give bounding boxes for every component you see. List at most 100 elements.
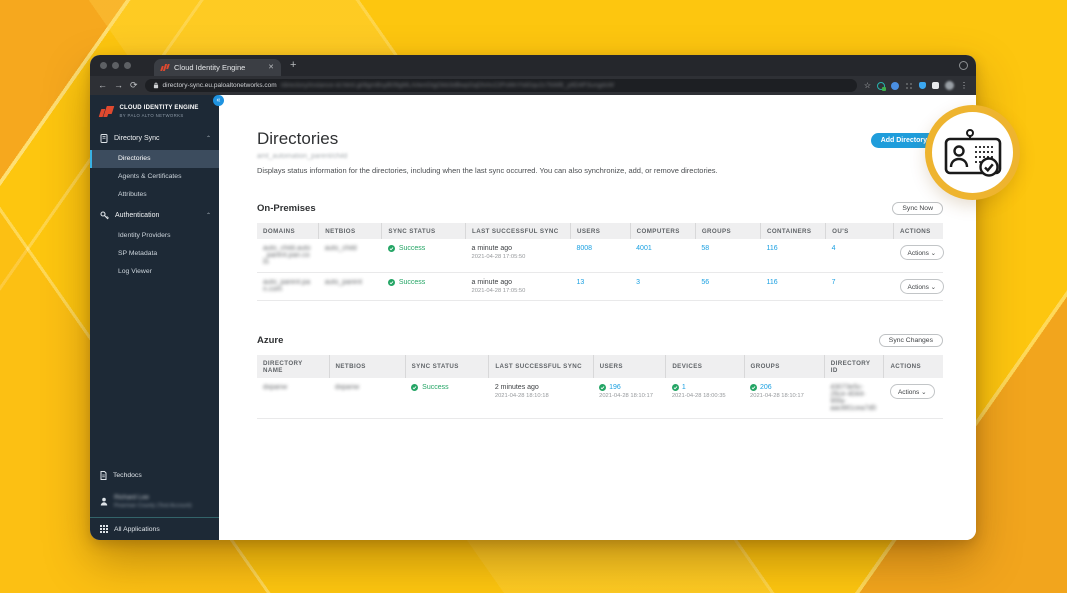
new-tab-button[interactable]: + (290, 60, 296, 71)
sync-timestamp: 2021-04-28 17:05:50 (471, 254, 526, 260)
domain-cell: auto_child.auto_parent.pan.com (257, 239, 319, 273)
maximize-window-button[interactable] (124, 62, 131, 69)
id-card-badge (925, 105, 1020, 200)
page-description: Displays status information for the dire… (257, 166, 718, 175)
sync-extension-icon[interactable] (877, 81, 886, 91)
techdocs-label: Techdocs (113, 472, 142, 479)
azure-table: Directory Name NetBIOS Sync Status Last … (257, 355, 943, 419)
sidebar-item-attributes[interactable]: Attributes (90, 186, 219, 204)
groups-count-link[interactable]: 56 (701, 279, 709, 286)
url-domain: directory-sync.eu.paloaltonetworks.com (162, 82, 277, 89)
users-timestamp: 2021-04-28 18:10:17 (599, 393, 653, 399)
sync-relative-time: a minute ago (471, 245, 513, 252)
sidebar-item-techdocs[interactable]: Techdocs (90, 464, 219, 487)
col-sync-status: Sync Status (404, 355, 489, 378)
sidebar-item-all-applications[interactable]: All Applications (90, 518, 219, 540)
sidebar-item-agents-certificates[interactable]: Agents & Certificates (90, 168, 219, 186)
user-name: Richard Lee (114, 494, 150, 501)
users-count-link[interactable]: 13 (576, 279, 584, 286)
azure-section: Azure Sync Changes Directory Name N (257, 334, 943, 419)
table-row: dxpanw dxpanw Success 2 minutes ago 2021… (257, 378, 943, 419)
sync-relative-time: a minute ago (471, 279, 513, 286)
actions-button[interactable]: Actions ⌄ (899, 245, 945, 260)
forward-icon[interactable]: → (114, 81, 123, 90)
app-content: « CLOUD IDENTITY ENGINE BY PALO ALTO NET… (90, 95, 976, 540)
sidebar-item-log-viewer[interactable]: Log Viewer (90, 263, 219, 281)
user-account[interactable]: Richard Lee Pearman County (Test Account… (90, 487, 219, 518)
sidebar-collapse-button[interactable]: « (213, 95, 224, 106)
computers-count-link[interactable]: 4001 (636, 245, 652, 252)
col-devices: Devices (665, 355, 745, 378)
chevron-down-icon: ⌄ (921, 388, 927, 396)
col-computers: Computers (629, 223, 696, 239)
app-logo-subtitle: BY PALO ALTO NETWORKS (119, 112, 184, 118)
main-panel: Add Directory Directories amt_automation… (219, 95, 976, 540)
devices-count-link[interactable]: 1 (682, 384, 686, 391)
groups-timestamp: 2021-04-28 18:10:17 (750, 393, 804, 399)
directory-name-cell: dxpanw (257, 378, 330, 419)
computers-count-link[interactable]: 3 (636, 279, 640, 286)
tab-close-icon[interactable]: ✕ (268, 64, 274, 71)
shield-extension-icon[interactable] (919, 82, 926, 89)
browser-tab[interactable]: Cloud Identity Engine ✕ (154, 59, 281, 76)
ous-count-link[interactable]: 4 (832, 245, 836, 252)
col-domains: Domains (257, 223, 319, 239)
actions-button[interactable]: Actions ⌄ (899, 279, 945, 294)
chevron-up-icon: ⌃ (205, 135, 211, 142)
col-containers: Containers (759, 223, 826, 239)
success-check-icon (750, 384, 758, 391)
back-icon[interactable]: ← (98, 81, 107, 90)
ous-count-link[interactable]: 7 (832, 279, 836, 286)
tab-search-button[interactable] (959, 61, 968, 70)
domain-cell: auto_parent.pan.com (257, 272, 319, 301)
sync-changes-button[interactable]: Sync Changes (878, 334, 943, 347)
grid-extension-icon[interactable] (905, 81, 913, 90)
reload-icon[interactable]: ⟳ (130, 81, 138, 90)
window-controls[interactable] (100, 62, 131, 69)
on-premises-section: On-Premises Sync Now Domains NetBIO (257, 202, 945, 301)
browser-toolbar: ← → ⟳ directory-sync.eu.paloaltonetworks… (90, 76, 976, 95)
col-users: Users (592, 355, 666, 378)
bookmark-star-icon[interactable]: ☆ (864, 81, 871, 90)
azure-title: Azure (257, 335, 284, 346)
sidebar-section-label: Directory Sync (114, 134, 160, 142)
user-organization: Pearman County (Test Account) (114, 503, 192, 509)
containers-count-link[interactable]: 116 (766, 279, 777, 286)
sidebar-item-sp-metadata[interactable]: SP Metadata (90, 245, 219, 263)
on-premises-header-row: Domains NetBIOS Sync Status Last Success… (257, 223, 943, 239)
table-row: auto_parent.pan.com auto_parent Success … (257, 272, 945, 301)
close-window-button[interactable] (100, 62, 107, 69)
groups-count-link[interactable]: 58 (701, 245, 709, 252)
chevron-down-icon: ⌄ (930, 249, 937, 257)
groups-count-link[interactable]: 206 (760, 384, 772, 391)
users-count-link[interactable]: 8008 (576, 245, 592, 252)
success-check-icon (671, 384, 679, 391)
document-icon (100, 471, 107, 480)
sync-timestamp: 2021-04-28 18:10:18 (494, 393, 549, 399)
blue-extension-icon[interactable] (891, 81, 899, 90)
minimize-window-button[interactable] (112, 62, 119, 69)
netbios-cell: dxpanw (329, 378, 406, 419)
palo-alto-logo-icon (98, 105, 114, 117)
containers-count-link[interactable]: 116 (766, 245, 777, 252)
sidebar-section-directory-sync[interactable]: Directory Sync ⌃ (90, 127, 219, 150)
users-count-link[interactable]: 196 (609, 384, 621, 391)
address-bar[interactable]: directory-sync.eu.paloaltonetworks.com /… (144, 79, 857, 92)
sidebar-item-identity-providers[interactable]: Identity Providers (90, 227, 219, 245)
browser-tabstrip: Cloud Identity Engine ✕ + (90, 55, 976, 76)
browser-menu-icon[interactable]: ⋮ (960, 81, 968, 90)
sidebar-item-directories[interactable]: Directories (90, 149, 219, 168)
profile-avatar[interactable] (945, 81, 954, 90)
netbios-cell: auto_child (318, 239, 382, 273)
page-subtitle-blurred: amt_automation_parent/child (257, 153, 348, 160)
status-badge: Success (387, 245, 460, 252)
extensions-puzzle-icon[interactable] (932, 82, 939, 89)
azure-header-row: Directory Name NetBIOS Sync Status Last … (257, 355, 943, 378)
sync-now-button[interactable]: Sync Now (892, 202, 943, 215)
actions-button[interactable]: Actions ⌄ (889, 384, 935, 399)
on-premises-table: Domains NetBIOS Sync Status Last Success… (257, 223, 945, 301)
col-directory-id: Directory ID (823, 355, 884, 378)
sidebar-section-authentication[interactable]: Authentication ⌃ (90, 204, 219, 227)
col-groups: Groups (694, 223, 761, 239)
col-actions: Actions (893, 223, 943, 239)
